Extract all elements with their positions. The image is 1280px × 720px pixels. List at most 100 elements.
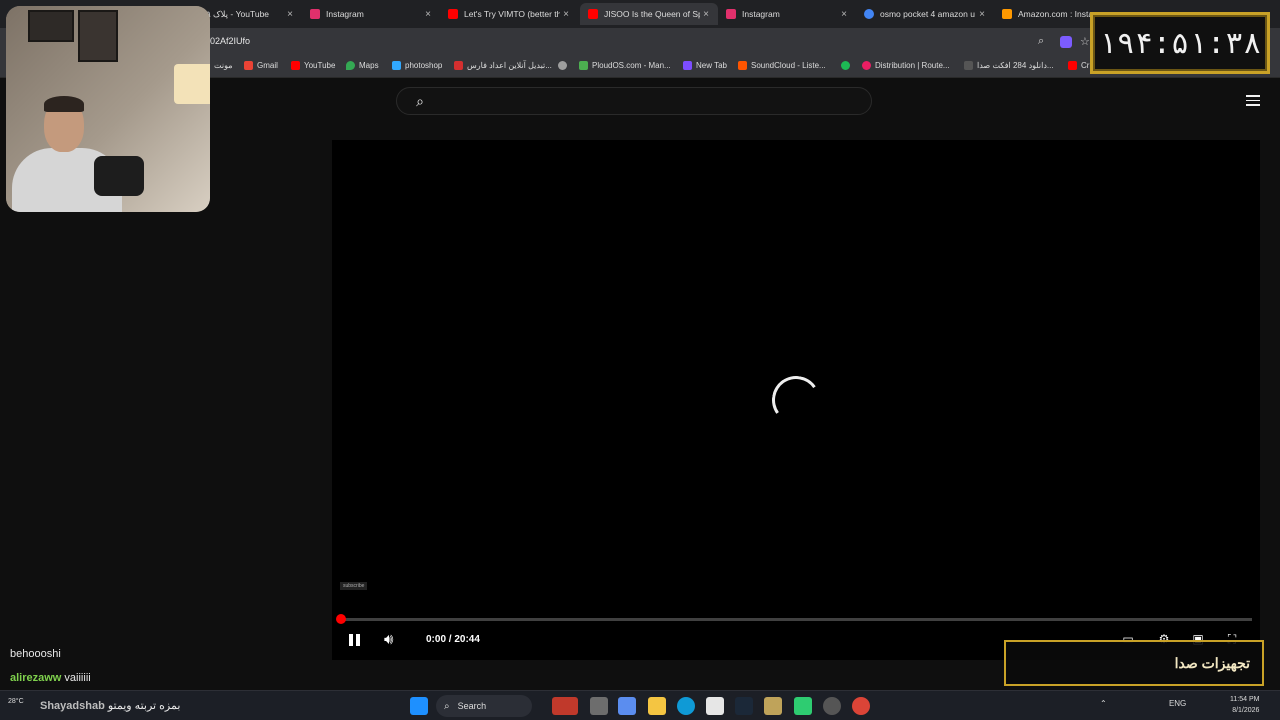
youtube-icon [1068, 61, 1077, 70]
browser-tab[interactable]: osmo pocket 4 amazon u × [856, 3, 994, 25]
app-icon[interactable] [764, 697, 782, 715]
windows-taskbar: 28°C Shayadshab بمزه تربته ويمتو ⌕ Searc… [0, 690, 1280, 720]
volume-icon[interactable]: 🔊︎ [384, 631, 393, 648]
bookmark-soundcloud[interactable]: SoundCloud - Liste... [738, 61, 826, 70]
taskbar-search-label: Search [457, 701, 487, 711]
soundcloud-icon [738, 61, 747, 70]
wall-picture-frame [28, 10, 74, 42]
tab-close-icon[interactable]: × [700, 9, 712, 20]
bookmark-favicon-icon [454, 61, 463, 70]
chat-username: alirezaww [10, 672, 62, 684]
browser-tab-active[interactable]: JISOO Is the Queen of Sp × [580, 3, 718, 25]
system-tray[interactable]: ⌃ ENG [1100, 699, 1186, 708]
hamburger-menu-icon[interactable] [1246, 95, 1260, 106]
bookmark-star-icon[interactable]: ☆ [1080, 35, 1090, 48]
wall-picture-frame [78, 10, 118, 62]
progress-bar[interactable] [340, 618, 1252, 621]
address-bar-url[interactable]: 02Af2IUfo [210, 36, 250, 46]
time-display: 0:00 / 20:44 [426, 634, 480, 645]
tab-close-icon[interactable]: × [976, 9, 988, 20]
chat-text: vaiiiiii [64, 672, 91, 684]
bookmark-item[interactable]: Cr [1068, 61, 1089, 70]
tray-chevron-icon[interactable]: ⌃ [1100, 699, 1107, 708]
app-icon[interactable] [552, 697, 578, 715]
store-icon[interactable] [706, 697, 724, 715]
channel-watermark[interactable]: subscribe [340, 582, 368, 590]
bookmark-distribution[interactable]: Distribution | Route... [862, 61, 950, 70]
pause-icon [356, 634, 360, 646]
edge-browser-icon[interactable] [677, 697, 695, 715]
bookmark-spotify[interactable] [841, 61, 854, 70]
taskbar-search[interactable]: ⌕ Search [436, 695, 532, 717]
language-indicator[interactable]: ENG [1169, 699, 1186, 708]
bookmark-item[interactable]: مونت [214, 61, 233, 70]
bookmark-label: PloudOS.com - Man... [592, 61, 671, 70]
bookmark-label: Gmail [257, 61, 278, 70]
browser-tab[interactable]: Let's Try VIMTO (better th × [440, 3, 578, 25]
bookmark-label: New Tab [696, 61, 727, 70]
stream-timer-overlay: ۱۹۴:۵۱:۳۸ [1090, 12, 1270, 74]
tab-title: Instagram [326, 9, 364, 19]
pause-button[interactable] [348, 633, 362, 647]
windows-start-icon[interactable] [410, 697, 428, 715]
youtube-icon [448, 9, 458, 19]
extension-icon[interactable] [1060, 36, 1072, 48]
photoshop-icon [392, 61, 401, 70]
youtube-search-box[interactable]: ⌕ [396, 87, 872, 115]
instagram-icon [310, 9, 320, 19]
browser-tab[interactable]: Amazon.com : Insta360 [994, 3, 1090, 25]
streamer-webcam [6, 6, 210, 212]
app-icon[interactable] [823, 697, 841, 715]
search-icon: ⌕ [444, 700, 450, 712]
video-player[interactable]: subscribe 🔊︎ 0:00 / 20:44 ▭ ⚙ ▣ ⛶ [332, 140, 1260, 660]
microphone [94, 156, 144, 196]
task-view-icon[interactable] [590, 697, 608, 715]
file-explorer-icon[interactable] [648, 697, 666, 715]
bookmark-persian-numbers[interactable]: تبدیل آنلاین اعداد فارس... [454, 61, 552, 70]
lamp [174, 64, 210, 104]
browser-tab[interactable]: Instagram × [302, 3, 440, 25]
weather-widget[interactable]: 28°C [8, 698, 24, 705]
browser-tab[interactable]: Instagram × [718, 3, 856, 25]
loading-spinner-icon [768, 372, 824, 428]
pause-icon [349, 634, 353, 646]
tab-title: Amazon.com : Insta360 [1018, 9, 1090, 19]
bookmark-label: مونت [214, 61, 233, 70]
instagram-icon [726, 9, 736, 19]
tab-close-icon[interactable]: × [284, 9, 296, 20]
new-tab-icon [683, 61, 692, 70]
audio-wave-icon [964, 61, 973, 70]
zoom-icon[interactable]: ⌕ [1038, 35, 1044, 48]
tab-close-icon[interactable]: × [422, 9, 434, 20]
chat-message: Shayadshab بمزه تربته ويمتو [40, 699, 180, 712]
ploudos-icon [579, 61, 588, 70]
search-icon[interactable]: ⌕ [397, 88, 443, 114]
youtube-icon [291, 61, 300, 70]
taskbar-time: 11:54 PM [1230, 696, 1260, 703]
bookmark-label: Cr [1081, 61, 1090, 70]
bookmark-youtube[interactable]: YouTube [291, 61, 335, 70]
bookmark-gmail[interactable]: Gmail [244, 61, 278, 70]
bookmark-maps[interactable]: Maps [346, 61, 379, 70]
bookmark-globe[interactable] [558, 61, 571, 70]
bookmark-new-tab[interactable]: New Tab [683, 61, 727, 70]
stream-timer-text: ۱۹۴:۵۱:۳۸ [1098, 25, 1262, 61]
chrome-icon[interactable] [852, 697, 870, 715]
steam-icon[interactable] [735, 697, 753, 715]
progress-scrubber-handle[interactable] [336, 614, 346, 624]
bookmark-label: YouTube [304, 61, 336, 70]
bookmark-photoshop[interactable]: photoshop [392, 61, 442, 70]
taskbar-clock[interactable]: 11:54 PM 8/1/2026 [1230, 694, 1259, 716]
app-icon[interactable] [794, 697, 812, 715]
bookmark-ploudos[interactable]: PloudOS.com - Man... [579, 61, 671, 70]
copilot-icon[interactable] [618, 697, 636, 715]
tab-title: Let's Try VIMTO (better th [464, 9, 560, 19]
gmail-icon [244, 61, 253, 70]
bookmark-sound-effects[interactable]: دانلود 284 افکت صدا... [964, 61, 1054, 70]
tab-close-icon[interactable]: × [838, 9, 850, 20]
tab-close-icon[interactable]: × [560, 9, 572, 20]
chat-message: behoooshi [10, 648, 61, 660]
spotify-icon [841, 61, 850, 70]
globe-icon [558, 61, 567, 70]
tab-title: Instagram [742, 9, 780, 19]
